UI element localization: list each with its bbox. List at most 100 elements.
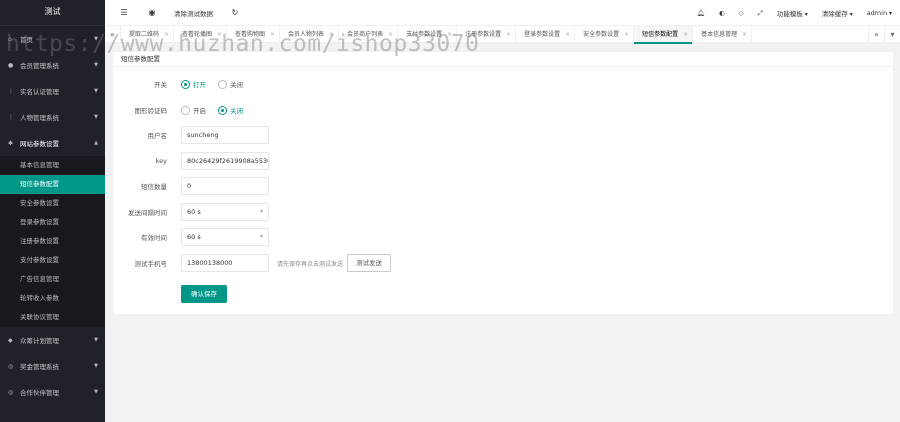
- sidebar-group-people[interactable]: ⋮ 人物管理系统 ▼: [0, 104, 105, 130]
- username-input[interactable]: suncheng: [181, 126, 269, 144]
- sidebar-group-home[interactable]: ⌂ 首页 ▼: [0, 26, 105, 52]
- theme-icon[interactable]: ◐: [719, 9, 725, 17]
- tab-label: 安全参数设置: [583, 30, 620, 38]
- imgcode-on-radio[interactable]: 开启: [181, 105, 206, 115]
- count-label: 短信数量: [141, 183, 167, 191]
- key-input[interactable]: 80c26429f2619908a5536631: [181, 152, 269, 170]
- username-label: 用户名: [147, 132, 168, 140]
- sidebar-group-label: 会员管理系统: [20, 62, 59, 70]
- diamond-icon: ◆: [8, 336, 13, 344]
- close-icon[interactable]: ×: [624, 26, 629, 43]
- tab-item[interactable]: 基本信息管理 ×: [693, 25, 753, 43]
- menu-toggle-icon[interactable]: ☰: [118, 8, 130, 17]
- tabs-prev-icon[interactable]: «: [105, 25, 121, 43]
- close-icon[interactable]: ×: [388, 26, 393, 43]
- test-send-button[interactable]: 测试发送: [347, 254, 392, 272]
- tab-label: 查看轮播图: [182, 30, 213, 38]
- clear-test-data-link[interactable]: 清除测试数据: [174, 8, 213, 18]
- sidebar-group-label: 奖金管理系统: [20, 363, 59, 371]
- tab-item[interactable]: 注册参数设置 ×: [457, 25, 517, 43]
- chevron-down-icon: ▼: [94, 62, 98, 68]
- test-phone-input[interactable]: 13800138000: [181, 254, 269, 272]
- count-input[interactable]: 0: [181, 177, 269, 195]
- key-label: key: [155, 157, 167, 165]
- close-icon[interactable]: ×: [565, 26, 570, 43]
- close-icon[interactable]: ×: [506, 26, 511, 43]
- switch-row: 开关 打开 关闭: [113, 74, 249, 94]
- sidebar-group-members[interactable]: ● 会员管理系统 ▼: [0, 52, 105, 78]
- sidebar-group-partners[interactable]: ◎ 合作伙伴管理 ▼: [0, 379, 105, 405]
- tab-label: 短信参数配置: [642, 30, 679, 38]
- sidebar-group-label: 实名认证管理: [20, 88, 59, 96]
- sidebar-submenu: 基本信息管理 短信参数配置 安全参数设置 登录参数设置 注册参数设置 支付参数设…: [0, 156, 105, 327]
- settings-icon[interactable]: ◉: [146, 8, 158, 17]
- tag-icon[interactable]: ◇: [739, 9, 744, 17]
- sidebar-group-label: 合作伙伴管理: [20, 389, 59, 397]
- chevron-up-icon: ▲: [94, 140, 98, 146]
- close-icon[interactable]: ×: [164, 26, 169, 43]
- switch-off-radio[interactable]: 关闭: [218, 79, 243, 89]
- sidebar-group-realname[interactable]: ⋮ 实名认证管理 ▼: [0, 78, 105, 104]
- sidebar-item-security[interactable]: 安全参数设置: [0, 194, 105, 213]
- sidebar: 测试 ⌂ 首页 ▼ ● 会员管理系统 ▼ ⋮ 实名认证管理 ▼ ⋮ 人物管理系统…: [0, 0, 105, 422]
- valid-time-select[interactable]: 60 s: [181, 228, 269, 246]
- radio-label: 打开: [193, 81, 206, 89]
- sidebar-item-agreement[interactable]: 关联协议管理: [0, 308, 105, 327]
- chevron-down-icon: ▼: [94, 337, 98, 343]
- sidebar-item-payment[interactable]: 支付参数设置: [0, 251, 105, 270]
- close-icon[interactable]: ×: [742, 26, 747, 43]
- chevron-down-icon: ▼: [94, 88, 98, 94]
- imgcode-label: 图形验证码: [134, 107, 168, 115]
- close-icon[interactable]: ×: [329, 26, 334, 43]
- close-icon[interactable]: ×: [270, 26, 275, 43]
- tab-item[interactable]: 查看购物图 ×: [227, 25, 281, 43]
- idcard-icon: ⋮: [8, 87, 14, 95]
- sidebar-item-ads[interactable]: 广告信息管理: [0, 270, 105, 289]
- switch-on-radio[interactable]: 打开: [181, 79, 206, 89]
- radio-label: 开启: [193, 107, 206, 115]
- close-icon[interactable]: ×: [217, 26, 222, 43]
- user-menu-dropdown[interactable]: admin: [867, 9, 892, 17]
- fullscreen-icon[interactable]: ⤢: [758, 9, 763, 18]
- chevron-down-icon: ▼: [94, 363, 98, 369]
- refresh-icon[interactable]: ↻: [229, 8, 241, 17]
- close-icon[interactable]: ×: [683, 26, 688, 43]
- send-interval-row: 发送间隔时间 60 s: [113, 202, 269, 222]
- sidebar-item-rotation[interactable]: 轮转收入参数: [0, 289, 105, 308]
- radio-label: 关闭: [230, 81, 243, 89]
- tab-label: 提取二维码: [129, 30, 160, 38]
- tab-item[interactable]: 查看轮播图 ×: [174, 25, 228, 43]
- sidebar-group-site-settings[interactable]: ✱ 网站参数设置 ▲: [0, 130, 105, 156]
- sidebar-item-login[interactable]: 登录参数设置: [0, 213, 105, 232]
- sidebar-item-register[interactable]: 注册参数设置: [0, 232, 105, 251]
- tab-item[interactable]: 支付参数设置 ×: [398, 25, 458, 43]
- sidebar-group-crowdfunding[interactable]: ◆ 众筹计划管理 ▼: [0, 327, 105, 353]
- gear-icon: ✱: [8, 139, 14, 147]
- tab-item-active[interactable]: 短信参数配置 ×: [634, 25, 694, 44]
- send-interval-select[interactable]: 60 s: [181, 203, 269, 221]
- bell-icon[interactable]: 🔔︎: [697, 9, 705, 17]
- sidebar-item-basic-info[interactable]: 基本信息管理: [0, 156, 105, 175]
- close-icon[interactable]: ×: [447, 26, 452, 43]
- key-row: key 80c26429f2619908a5536631: [113, 151, 269, 171]
- valid-time-row: 有效时间 60 s: [113, 227, 269, 247]
- clear-cache-dropdown[interactable]: 清除缓存: [822, 8, 853, 18]
- tab-item[interactable]: 提取二维码 ×: [121, 25, 175, 43]
- sidebar-item-sms-config[interactable]: 短信参数配置: [0, 175, 105, 194]
- tabs-next-icon[interactable]: »: [868, 25, 884, 43]
- user-icon: ●: [8, 61, 14, 69]
- tab-item[interactable]: 安全参数设置 ×: [575, 25, 635, 43]
- tabs-menu-icon[interactable]: ▾: [884, 25, 900, 43]
- sidebar-group-bonus[interactable]: ◎ 奖金管理系统 ▼: [0, 353, 105, 379]
- tab-item[interactable]: 登录参数设置 ×: [516, 25, 576, 43]
- save-button[interactable]: 确认保存: [181, 285, 227, 303]
- tab-label: 支付参数设置: [406, 30, 443, 38]
- username-row: 用户名 suncheng: [113, 125, 269, 145]
- test-phone-label: 测试手机号: [134, 260, 168, 268]
- imgcode-off-radio[interactable]: 关闭: [218, 105, 243, 115]
- partner-icon: ◎: [8, 388, 14, 396]
- tab-item[interactable]: 会员人物列表 ×: [280, 25, 340, 43]
- sidebar-group-label: 网站参数设置: [20, 140, 59, 148]
- tab-item[interactable]: 会员商户列表 ×: [339, 25, 399, 43]
- function-menu-dropdown[interactable]: 功能模板: [777, 8, 808, 18]
